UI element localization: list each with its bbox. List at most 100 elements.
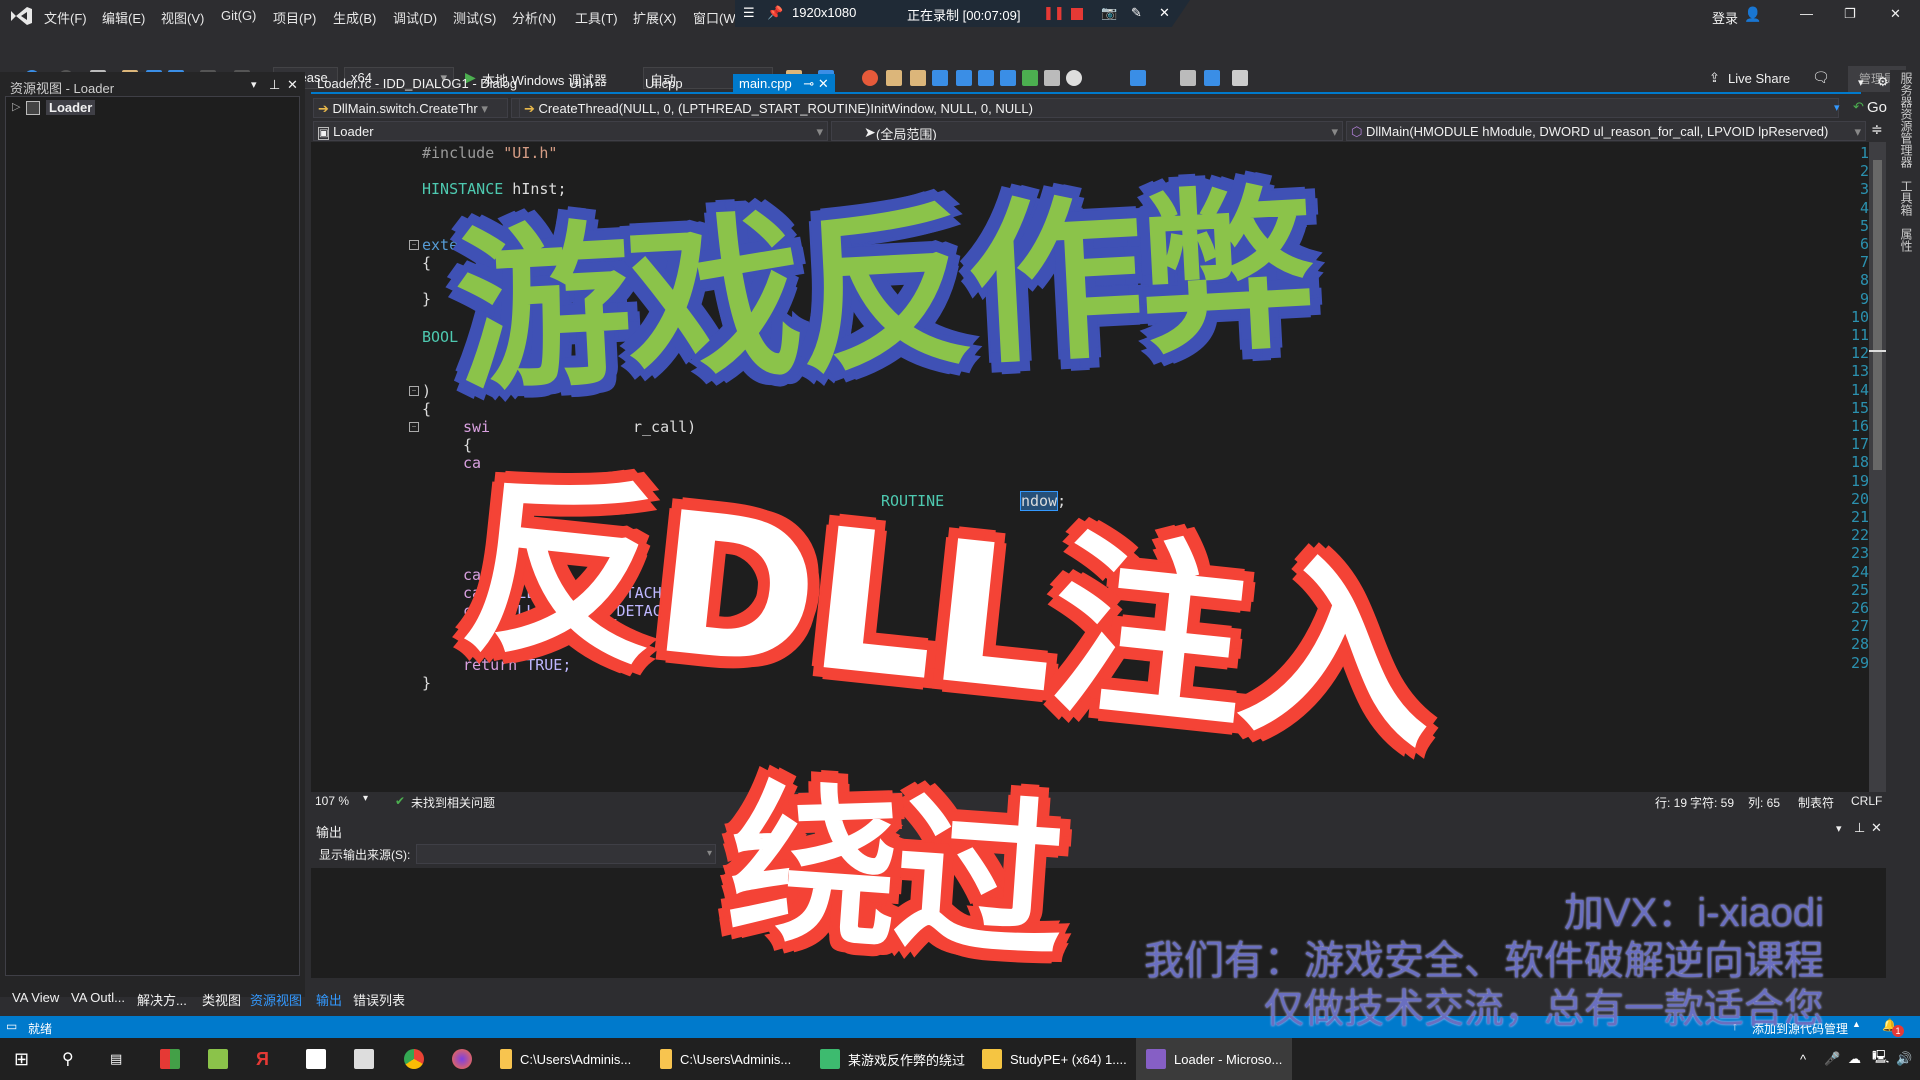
account-icon[interactable]: 👤 [1744,6,1761,23]
recorder-menu-icon[interactable]: ☰ [743,5,755,21]
pin-icon[interactable]: 📌 [767,5,783,21]
taskbar-studype[interactable]: StudyPE+ (x64) 1.... [982,1038,1127,1080]
zoom-dropdown-icon[interactable]: ▾ [363,793,368,804]
tab-va-outline[interactable]: VA Outl... [71,990,125,1005]
call-dropdown-icon[interactable]: ▾ [1834,101,1840,114]
collapse-toggle-icon[interactable]: − [409,422,419,432]
call-dropdown[interactable]: ➔ CreateThread(NULL, 0, (LPTHREAD_START_… [519,98,1839,118]
tab-error-list[interactable]: 错误列表 [353,990,405,1009]
menu-git[interactable]: Git(G) [221,8,256,23]
line-number: 18 [1850,453,1869,472]
collapse-toggle-icon[interactable]: − [409,240,419,250]
tab-loader-rc[interactable]: Loader.rc - IDD_DIALOG1 - Dialog [311,74,523,94]
tab-class-view[interactable]: 类视图 [202,990,241,1009]
menu-test[interactable]: 测试(S) [453,8,496,27]
menu-file[interactable]: 文件(F) [44,8,87,27]
expand-arrow-icon[interactable]: ▷ [12,100,20,113]
app-red-icon[interactable]: Я [256,1038,269,1080]
split-editor-icon[interactable]: ≑ [1871,121,1883,138]
weather-icon[interactable]: ☁ [1848,1038,1861,1080]
tray-overflow-icon[interactable]: ^ [1800,1038,1806,1080]
tab-main-cpp[interactable]: main.cpp ⊸ ✕ [733,74,835,94]
tab-va-view[interactable]: VA View [12,990,59,1005]
search-icon[interactable]: ⚲ [62,1038,74,1080]
project-dropdown[interactable]: ▣ Loader ▾ [313,121,828,141]
toolbox-tab[interactable]: 工具箱 [1898,180,1915,216]
call-value: CreateThread(NULL, 0, (LPTHREAD_START_RO… [538,101,1033,116]
tree-item-loader[interactable]: Loader [46,100,96,115]
issues-status[interactable]: 未找到相关问题 [411,794,495,811]
taskbar-visual-studio[interactable]: Loader - Microso... [1136,1038,1293,1080]
output-pin-icon[interactable]: ⊥ [1854,820,1865,836]
app-notepadpp-icon[interactable] [208,1038,236,1080]
volume-icon[interactable]: 🔊 [1896,1038,1912,1080]
line-number: 8 [1859,271,1869,290]
tab-ui-cpp[interactable]: UI.cpp [639,74,689,94]
chrome-icon[interactable] [404,1038,432,1080]
tab-pin-icon[interactable]: ⊸ [803,76,814,91]
camera-icon[interactable]: 📷 [1101,5,1117,21]
minimize-button[interactable]: — [1800,6,1813,21]
recorder-close-icon[interactable]: ✕ [1159,5,1170,21]
go-button[interactable]: Go [1867,99,1887,116]
line-ending-indicator[interactable]: CRLF [1851,794,1882,808]
line-indicator: 行: 19 [1655,796,1688,810]
settings-gear-icon[interactable]: ⚙ [1877,74,1889,90]
zoom-level-select[interactable]: 107 % [315,794,349,808]
pause-icon[interactable]: ❚❚ [1043,5,1065,21]
firefox-icon[interactable] [452,1038,480,1080]
pencil-icon[interactable]: ✎ [1131,5,1142,21]
stop-icon[interactable] [1071,8,1083,20]
app-file-icon[interactable] [306,1038,334,1080]
panel-close-icon[interactable]: ✕ [287,77,298,93]
function-dropdown[interactable]: ⬡ DllMain(HMODULE hModule, DWORD ul_reas… [1346,121,1866,141]
tab-main-cpp-label: main.cpp [739,76,792,91]
menu-build[interactable]: 生成(B) [333,8,376,27]
menu-tools[interactable]: 工具(T) [575,8,618,27]
output-source-select[interactable]: ▾ [416,844,716,864]
output-dropdown-icon[interactable]: ▾ [1836,822,1842,835]
tab-resource-view[interactable]: 资源视图 [250,990,302,1009]
menu-window[interactable]: 窗口(W [693,8,736,27]
microphone-icon[interactable]: 🎤 [1824,1038,1840,1080]
menu-extensions[interactable]: 扩展(X) [633,8,676,27]
collapse-toggle-icon[interactable]: − [409,386,419,396]
panel-pin-icon[interactable]: ⊥ [269,77,280,93]
task-view-icon[interactable]: ▤ [110,1038,122,1080]
start-button[interactable]: ⊞ [14,1038,29,1080]
tab-list-dropdown-icon[interactable]: ▾ [1858,76,1864,89]
global-scope-value: (全局范围) [876,127,937,141]
tab-ui-h[interactable]: UI.h [563,74,599,94]
scope-dropdown[interactable]: ➔ DllMain.switch.CreateThr ▾ [313,98,508,118]
login-link[interactable]: 登录 [1712,8,1738,27]
menu-edit[interactable]: 编辑(E) [102,8,145,27]
tab-output[interactable]: 输出 [316,990,342,1009]
tab-solution-explorer[interactable]: 解决方... [137,990,187,1009]
server-explorer-tab[interactable]: 服务器资源管理器 [1898,72,1915,168]
output-close-icon[interactable]: ✕ [1871,820,1882,836]
scrollbar-thumb[interactable] [1873,160,1882,470]
menu-view[interactable]: 视图(V) [161,8,204,27]
code-line-16: { [463,436,473,454]
menu-project[interactable]: 项目(P) [273,8,316,27]
source-control-up-icon[interactable]: ▲ [1852,1019,1861,1029]
app-new-file-icon[interactable] [354,1038,382,1080]
taskbar-item-label: Loader - Microso... [1174,1051,1283,1067]
menu-debug[interactable]: 调试(D) [393,8,437,27]
line-number: 27 [1850,617,1869,636]
taskbar-explorer-2[interactable]: C:\Users\Adminis... [660,1038,791,1080]
code-line-29: } [422,674,432,692]
taskbar-explorer-1[interactable]: C:\Users\Adminis... [500,1038,631,1080]
taskbar-video[interactable]: 某游戏反作弊的绕过 [820,1038,965,1080]
close-button[interactable]: ✕ [1890,6,1901,22]
overlay-title-line1: 游戏反作弊 [451,168,1316,417]
tab-mode-indicator[interactable]: 制表符 [1798,794,1834,811]
tab-close-icon[interactable]: ✕ [818,76,829,91]
network-icon[interactable]: 🖳 [1872,1038,1889,1080]
panel-dropdown-icon[interactable]: ▾ [251,78,257,91]
taskbar-item-label: StudyPE+ (x64) 1.... [1010,1051,1127,1067]
app-bookmark-icon[interactable] [160,1038,188,1080]
properties-tab[interactable]: 属性 [1898,228,1915,252]
restore-button[interactable]: ❐ [1844,6,1856,22]
menu-analyze[interactable]: 分析(N) [512,8,556,27]
